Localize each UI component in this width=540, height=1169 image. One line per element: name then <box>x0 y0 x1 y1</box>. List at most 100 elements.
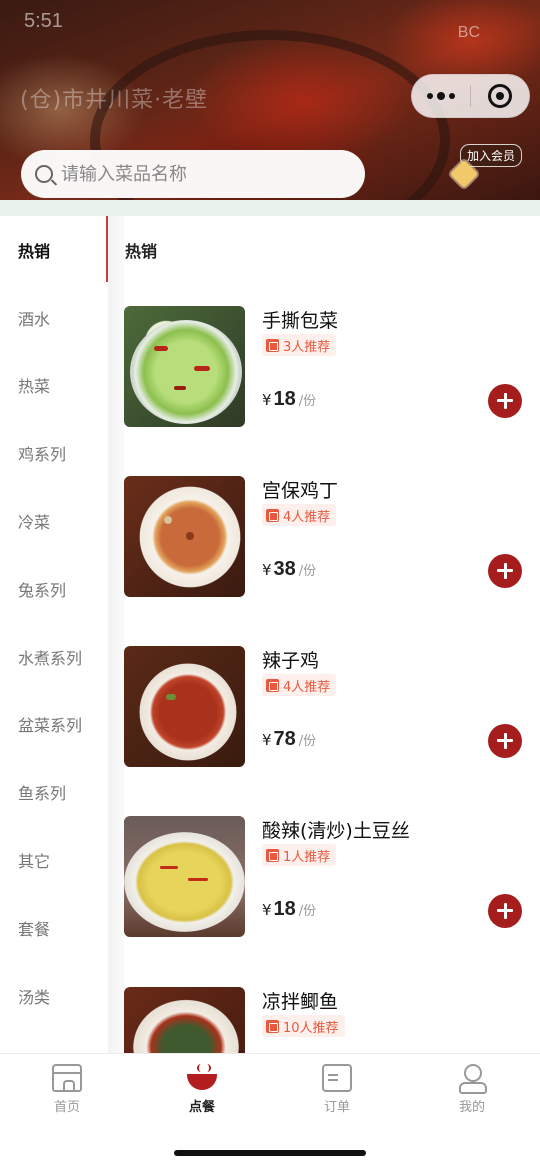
sidebar-item-label: 兔系列 <box>18 580 67 600</box>
recommend-badge: 4人推荐 <box>262 504 337 526</box>
dish-name: 凉拌鲫鱼 <box>262 991 339 1013</box>
dish-photo[interactable] <box>124 987 245 1053</box>
dish-card[interactable]: 凉拌鲫鱼 10人推荐 <box>124 987 534 1053</box>
sidebar-item-rabbit[interactable]: 兔系列 <box>0 555 108 623</box>
dish-list: 热销 手撕包菜 3人推荐 ¥ 18 /份 宫保鸡丁 4人推荐 ¥ 38 /份 辣… <box>108 216 540 1053</box>
sidebar-item-fish[interactable]: 鱼系列 <box>0 758 108 826</box>
recommend-badge: 1人推荐 <box>262 844 337 866</box>
recommend-icon <box>266 678 279 692</box>
recommend-badge: 10人推荐 <box>262 1015 345 1037</box>
dish-price: ¥ 18 /份 <box>262 898 316 921</box>
tab-home[interactable]: 首页 <box>27 1064 107 1115</box>
sidebar-item-set-meal[interactable]: 套餐 <box>0 894 108 962</box>
sidebar-item-boiled[interactable]: 水煮系列 <box>0 623 108 691</box>
tab-label: 首页 <box>53 1100 80 1115</box>
price-amount: 18 <box>273 898 296 920</box>
category-sidebar: 热销 酒水 热菜 鸡系列 冷菜 兔系列 水煮系列 盆菜系列 鱼系列 其它 套餐 … <box>0 216 108 1053</box>
price-unit: /份 <box>298 564 317 579</box>
sidebar-item-chicken[interactable]: 鸡系列 <box>0 419 108 487</box>
search-input[interactable] <box>61 163 331 185</box>
miniprogram-capsule <box>411 74 530 118</box>
join-member-label: 加入会员 <box>459 144 522 167</box>
status-time: 5:51 <box>24 10 63 32</box>
section-title: 热销 <box>125 242 158 261</box>
header-divider-band <box>0 200 540 216</box>
dish-photo[interactable] <box>124 306 245 427</box>
dish-card[interactable]: 辣子鸡 4人推荐 ¥ 78 /份 <box>124 646 534 768</box>
price-unit: /份 <box>298 734 317 749</box>
sidebar-item-hot[interactable]: 热销 <box>0 216 108 284</box>
shop-icon <box>52 1064 82 1092</box>
sidebar-item-label: 鸡系列 <box>18 445 67 465</box>
sidebar-item-label: 鱼系列 <box>18 784 67 804</box>
add-to-cart-button[interactable] <box>488 384 522 418</box>
target-close-icon[interactable] <box>471 84 529 108</box>
tab-me[interactable]: 我的 <box>432 1064 512 1115</box>
store-name: (仓)市井川菜·老壁 <box>20 88 209 113</box>
recommend-icon <box>266 508 279 522</box>
sidebar-item-label: 其它 <box>18 852 51 872</box>
sidebar-item-label: 酒水 <box>18 309 51 329</box>
recommend-count: 4人推荐 <box>283 679 331 695</box>
price-amount: 38 <box>273 558 296 580</box>
recommend-badge: 3人推荐 <box>262 334 337 356</box>
header-banner: 5:51 BC (仓)市井川菜·老壁 加入会员 <box>0 0 540 200</box>
recommend-icon <box>266 338 279 352</box>
dish-card[interactable]: 宫保鸡丁 4人推荐 ¥ 38 /份 <box>124 476 534 598</box>
dish-price: ¥ 38 /份 <box>262 558 316 581</box>
dish-name: 手撕包菜 <box>262 310 339 332</box>
recommend-icon <box>266 1019 279 1033</box>
price-unit: /份 <box>298 394 317 409</box>
home-indicator <box>174 1150 366 1156</box>
sidebar-item-soup[interactable]: 汤类 <box>0 962 108 1030</box>
sidebar-item-basin[interactable]: 盆菜系列 <box>0 691 108 759</box>
dish-photo[interactable] <box>124 476 245 597</box>
sidebar-item-label: 水煮系列 <box>18 648 83 668</box>
recommend-count: 3人推荐 <box>283 339 331 355</box>
tab-order-food[interactable]: 点餐 <box>162 1064 242 1115</box>
join-member-button[interactable]: 加入会员 <box>448 144 528 190</box>
dish-price: ¥ 18 /份 <box>262 388 316 411</box>
more-dots-icon[interactable] <box>412 92 470 100</box>
recommend-count: 10人推荐 <box>283 1020 339 1036</box>
tab-orders[interactable]: 订单 <box>297 1064 377 1115</box>
dish-photo[interactable] <box>124 816 245 937</box>
recommend-badge: 4人推荐 <box>262 674 337 696</box>
tab-label: 点餐 <box>188 1100 215 1115</box>
order-icon <box>322 1064 352 1092</box>
add-to-cart-button[interactable] <box>488 724 522 758</box>
bowl-icon <box>187 1064 217 1092</box>
price-amount: 18 <box>273 388 296 410</box>
dish-name: 宫保鸡丁 <box>262 480 339 502</box>
tab-label: 订单 <box>323 1100 350 1115</box>
price-amount: 78 <box>273 728 296 750</box>
currency-symbol: ¥ <box>262 901 272 919</box>
search-bar[interactable] <box>21 150 365 198</box>
recommend-count: 4人推荐 <box>283 509 331 525</box>
dish-card[interactable]: 酸辣(清炒)土豆丝 1人推荐 ¥ 18 /份 <box>124 816 534 938</box>
sidebar-item-other[interactable]: 其它 <box>0 826 108 894</box>
dish-photo[interactable] <box>124 646 245 767</box>
sidebar-item-drinks[interactable]: 酒水 <box>0 284 108 352</box>
recommend-icon <box>266 848 279 862</box>
add-to-cart-button[interactable] <box>488 894 522 928</box>
add-to-cart-button[interactable] <box>488 554 522 588</box>
sidebar-item-label: 盆菜系列 <box>18 716 83 736</box>
price-unit: /份 <box>298 904 317 919</box>
sidebar-item-hot-dishes[interactable]: 热菜 <box>0 352 108 420</box>
sidebar-item-label: 冷菜 <box>18 513 51 533</box>
tab-label: 我的 <box>458 1100 485 1115</box>
dish-card[interactable]: 手撕包菜 3人推荐 ¥ 18 /份 <box>124 306 534 428</box>
currency-symbol: ¥ <box>262 731 272 749</box>
recommend-count: 1人推荐 <box>283 849 331 865</box>
currency-symbol: ¥ <box>262 561 272 579</box>
dish-name: 辣子鸡 <box>262 650 320 672</box>
sidebar-item-label: 套餐 <box>18 919 51 939</box>
sidebar-item-label: 汤类 <box>18 987 51 1007</box>
currency-symbol: ¥ <box>262 391 272 409</box>
sidebar-item-cold-dishes[interactable]: 冷菜 <box>0 487 108 555</box>
sidebar-item-label: 热销 <box>18 241 51 261</box>
user-icon <box>457 1064 487 1094</box>
dish-price: ¥ 78 /份 <box>262 728 316 751</box>
dish-name: 酸辣(清炒)土豆丝 <box>262 820 410 842</box>
